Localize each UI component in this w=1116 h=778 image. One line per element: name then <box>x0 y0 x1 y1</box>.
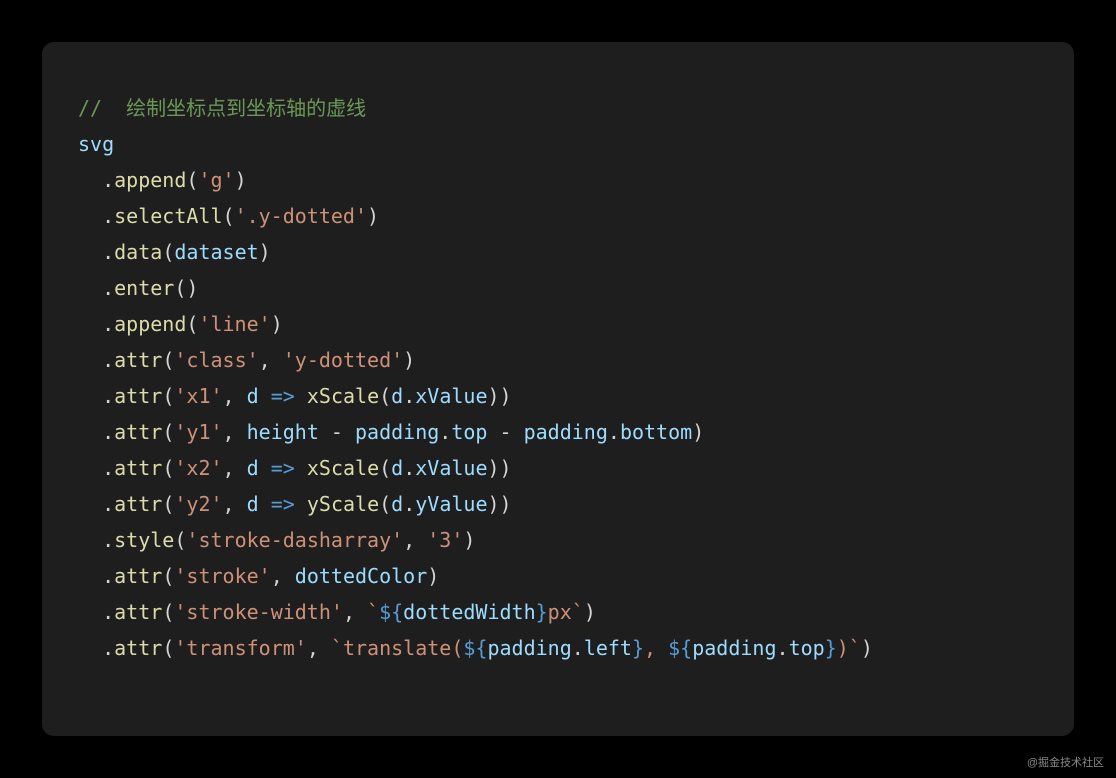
code-line: .attr('x2', d => xScale(d.xValue)) <box>78 450 1038 486</box>
watermark: @掘金技术社区 <box>1027 754 1104 770</box>
code-line: svg <box>78 126 1038 162</box>
code-line: .attr('y1', height - padding.top - paddi… <box>78 414 1038 450</box>
code-line: .style('stroke-dasharray', '3') <box>78 522 1038 558</box>
code-line: .attr('y2', d => yScale(d.yValue)) <box>78 486 1038 522</box>
code-line: .append('g') <box>78 162 1038 198</box>
code-block: // 绘制坐标点到坐标轴的虚线svg .append('g') .selectA… <box>78 90 1038 666</box>
code-line: .attr('stroke-width', `${dottedWidth}px`… <box>78 594 1038 630</box>
code-editor-panel: // 绘制坐标点到坐标轴的虚线svg .append('g') .selectA… <box>42 42 1074 736</box>
code-line: .append('line') <box>78 306 1038 342</box>
code-line: .data(dataset) <box>78 234 1038 270</box>
code-line: .attr('x1', d => xScale(d.xValue)) <box>78 378 1038 414</box>
code-line: .selectAll('.y-dotted') <box>78 198 1038 234</box>
code-line: .attr('transform', `translate(${padding.… <box>78 630 1038 666</box>
code-line: .enter() <box>78 270 1038 306</box>
code-line: .attr('stroke', dottedColor) <box>78 558 1038 594</box>
code-line: .attr('class', 'y-dotted') <box>78 342 1038 378</box>
code-line-comment: // 绘制坐标点到坐标轴的虚线 <box>78 90 1038 126</box>
